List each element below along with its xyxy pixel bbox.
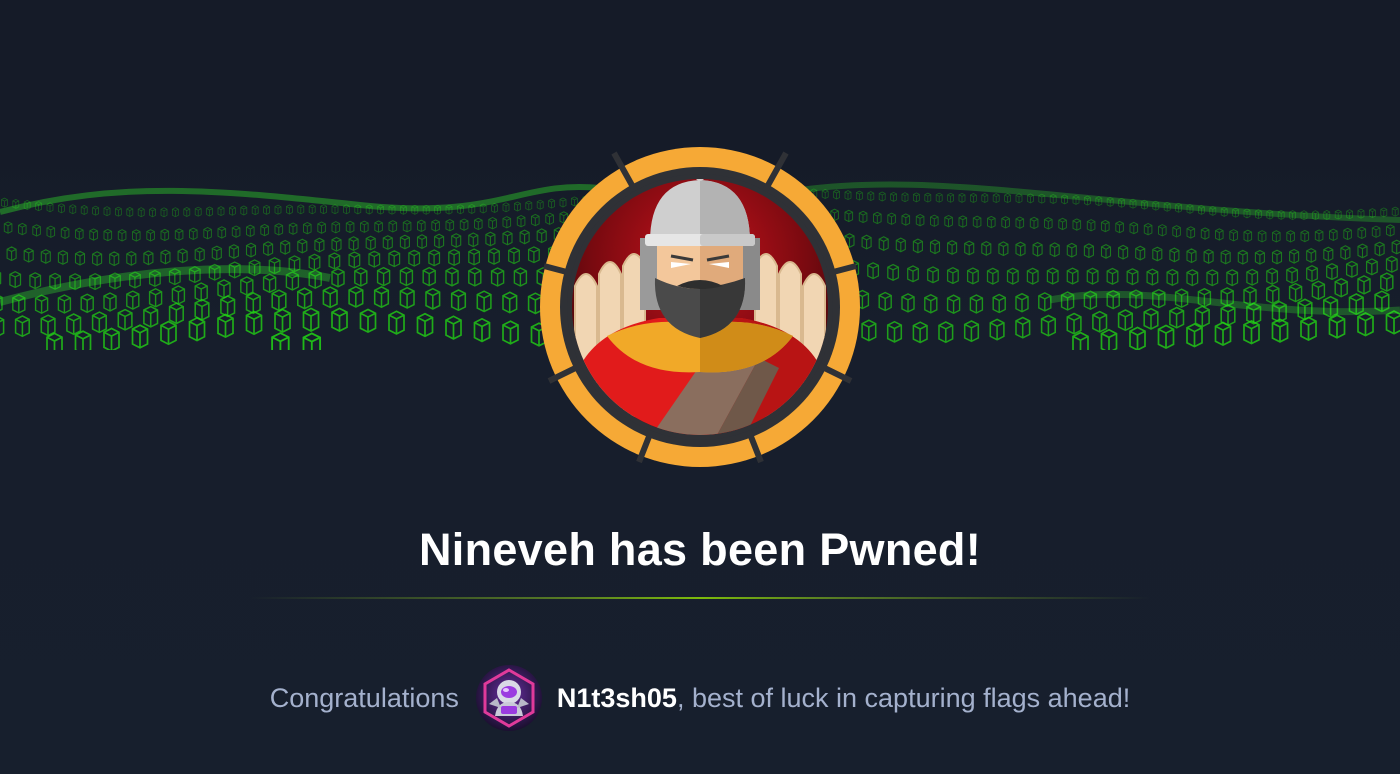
pwned-title: Nineveh has been Pwned! <box>418 524 982 575</box>
username-link[interactable]: N1t3sh05 <box>557 683 677 714</box>
congrats-suffix: , best of luck in capturing flags ahead! <box>676 682 1131 713</box>
pwned-page: Nineveh has been Pwned! Congratulations … <box>0 0 1400 774</box>
machine-avatar-icon <box>540 147 860 467</box>
user-avatar-icon[interactable] <box>475 664 543 732</box>
congrats-message: Congratulations N1t3sh05 , best of luck … <box>0 662 1400 734</box>
title-divider <box>250 597 1150 599</box>
congrats-label: Congratulations <box>269 682 459 713</box>
